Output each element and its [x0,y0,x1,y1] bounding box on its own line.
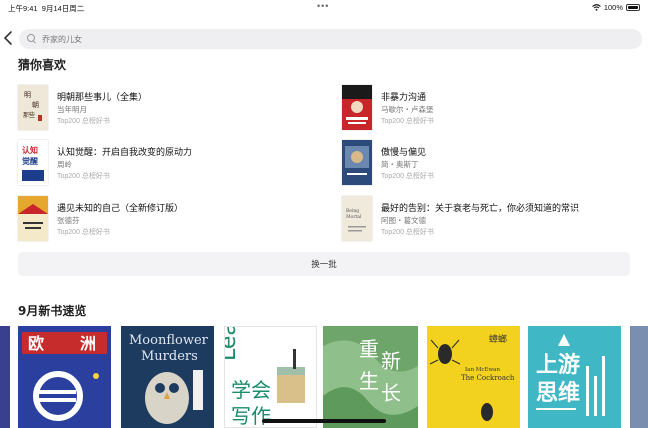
svg-text:上游: 上游 [536,352,580,378]
new-books-title: 9月新书速览 [18,304,87,318]
svg-text:Mortal: Mortal [346,214,362,220]
rec-item[interactable]: 傲慢与偏见 简・奥斯丁 Top200 总榜好书 [342,140,642,186]
new-book-cover[interactable]: 重 新 生 长 [323,326,418,428]
book-cover: 明朝那些 [18,85,48,130]
new-book-cover[interactable]: Moonflower Murders [121,326,214,428]
svg-text:生: 生 [359,369,379,393]
battery-percent: 100% [603,3,623,12]
chevron-left-icon [3,31,12,45]
book-title: 傲慢与偏见 [381,147,427,157]
battery-icon [626,4,640,11]
back-button[interactable] [3,30,17,48]
book-cover: Being Mortal [342,196,372,241]
book-author: 周岭 [57,160,72,169]
book-title: 认知觉醒：开启自我改变的原动力 [57,147,193,157]
svg-text:The Cockroach: The Cockroach [461,374,515,382]
book-title: 最好的告别：关于衰老与死亡，你必须知道的常识 [381,203,580,213]
new-book-cover[interactable]: Learn 学会 写作 [224,326,317,428]
book-rank: Top200 总榜好书 [57,118,110,125]
svg-text:Moonflower: Moonflower [129,333,209,348]
book-author: 阿图・葛文德 [381,216,426,225]
svg-text:Ian McEwan: Ian McEwan [465,367,500,373]
svg-text:Being: Being [346,208,359,214]
search-box[interactable] [19,29,642,49]
search-row [0,26,648,52]
book-cover: 认知 觉醒 [18,140,48,185]
rec-item[interactable]: 明朝那些 明朝那些事儿（全集） 当年明月 Top200 总榜好书 [18,85,318,131]
book-rank: Top200 总榜好书 [57,229,110,236]
new-book-cover[interactable]: 上游 思维 [528,326,621,428]
book-author: 张德芬 [57,216,80,225]
book-author: 简・奥斯丁 [381,160,419,169]
book-cover [342,140,372,185]
svg-text:洲: 洲 [80,334,96,353]
svg-text:Murders: Murders [141,349,198,364]
new-book-cover[interactable]: 欧 洲 [18,326,111,428]
svg-text:思维: 思维 [536,380,580,406]
svg-text:新: 新 [381,349,401,373]
book-rank: Top200 总榜好书 [57,173,110,180]
rec-item[interactable]: 认知 觉醒 认知觉醒：开启自我改变的原动力 周岭 Top200 总榜好书 [18,140,318,186]
svg-text:认知: 认知 [22,145,38,155]
svg-text:重: 重 [359,337,379,361]
svg-text:学会: 学会 [231,378,271,402]
book-title: 遇见未知的自己（全新修订版） [57,203,184,213]
svg-text:觉醒: 觉醒 [22,156,38,166]
book-cover-partial[interactable] [630,326,648,428]
book-rank: Top200 总榜好书 [381,173,434,180]
svg-text:Learn: Learn [225,327,241,361]
book-rank: Top200 总榜好书 [381,118,434,125]
svg-text:朝: 朝 [32,101,39,109]
status-bar: 上午9:41 9月14日周二 ••• 100% [0,0,648,14]
book-rank: Top200 总榜好书 [381,229,434,236]
status-right: 100% [591,3,640,12]
book-author: 马歇尔・卢森堡 [381,105,434,114]
rec-item[interactable]: Being Mortal 最好的告别：关于衰老与死亡，你必须知道的常识 阿图・葛文… [342,196,642,242]
book-cover [342,85,372,130]
rec-item[interactable]: 非暴力沟通 马歇尔・卢森堡 Top200 总榜好书 [342,85,642,131]
wifi-icon [591,4,601,11]
svg-text:欧: 欧 [28,334,44,353]
new-book-cover[interactable]: 蟑螂 Ian McEwan The Cockroach [427,326,520,428]
home-indicator[interactable] [262,419,386,423]
multitask-dots[interactable]: ••• [317,1,329,11]
svg-text:蟑螂: 蟑螂 [489,333,507,345]
book-author: 当年明月 [57,105,87,114]
recommend-title: 猜你喜欢 [18,58,67,72]
svg-text:明: 明 [24,91,31,99]
svg-text:写作: 写作 [231,404,271,427]
book-title: 明朝那些事儿（全集） [57,92,148,102]
search-input[interactable] [42,34,622,44]
book-cover [18,196,48,241]
book-title: 非暴力沟通 [381,92,427,102]
svg-text:长: 长 [381,381,401,405]
book-cover-partial[interactable] [0,326,10,428]
search-icon [27,34,37,44]
refresh-button[interactable]: 换一批 [18,252,630,276]
status-time: 上午9:41 9月14日周二 [8,4,85,13]
rec-item[interactable]: 遇见未知的自己（全新修订版） 张德芬 Top200 总榜好书 [18,196,318,242]
svg-text:那些: 那些 [23,111,35,119]
